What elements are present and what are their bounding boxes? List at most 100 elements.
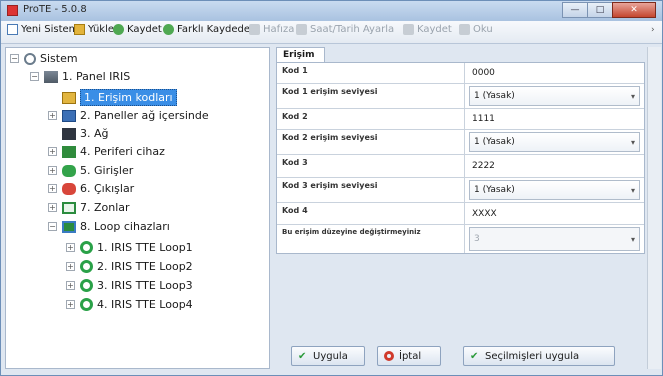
toolbar-save-label: Kaydet (127, 24, 162, 35)
cancel-button[interactable]: İptal (377, 346, 441, 366)
expand-icon[interactable]: + (66, 300, 75, 309)
row-label: Kod 1 (277, 63, 465, 83)
code3-input[interactable]: 2222 (469, 157, 640, 175)
tree-item-label: 1. Erişim kodları (80, 89, 177, 106)
toolbar-new-system-label: Yeni Sistem (21, 24, 79, 35)
toolbar-save-as[interactable]: Farklı Kaydedet (163, 24, 254, 35)
tree-item-network[interactable]: 3. Ağ (62, 127, 109, 140)
tree-item-access-codes[interactable]: 1. Erişim kodları (62, 89, 177, 106)
tree-panel-iris[interactable]: − 1. Panel IRIS (30, 70, 130, 83)
collapse-icon[interactable]: − (30, 72, 39, 81)
tree-item-loop2[interactable]: + 2. IRIS TTE Loop2 (66, 260, 193, 273)
toolbar-new-system[interactable]: Yeni Sistem (7, 24, 78, 35)
apply-selected-button[interactable]: ✔ Seçilmişleri uygula (463, 346, 615, 366)
expand-icon[interactable]: + (48, 166, 57, 175)
grid-row-code1: Kod 1 0000 (277, 63, 644, 84)
load-icon (74, 24, 85, 35)
tree-item-label: 3. Ağ (80, 127, 109, 140)
expand-icon[interactable]: + (48, 111, 57, 120)
row-label: Kod 2 (277, 109, 465, 129)
input-icon (62, 164, 76, 177)
app-icon (7, 5, 18, 16)
tree-item-loop1[interactable]: + 1. IRIS TTE Loop1 (66, 241, 193, 254)
code2-input[interactable]: 1111 (469, 111, 640, 127)
minimize-button[interactable]: — (562, 2, 588, 18)
tree-item-label: 6. Çıkışlar (80, 182, 135, 195)
memory-icon (249, 24, 260, 35)
maximize-button[interactable]: □ (587, 2, 613, 18)
tree-root-label: Sistem (40, 52, 78, 65)
grid-row-code4: Kod 4 XXXX (277, 203, 644, 225)
toolbar-memory[interactable]: Hafıza (249, 24, 294, 35)
row-label: Kod 3 erişim seviyesi (277, 178, 465, 202)
tree-item-outputs[interactable]: + 6. Çıkışlar (48, 182, 134, 195)
collapse-icon[interactable]: − (48, 222, 57, 231)
toolbar: Yeni Sistem Yükle Kaydet Farklı Kaydedet… (1, 21, 662, 44)
loop-icon (62, 220, 76, 233)
read-icon (459, 24, 470, 35)
dropdown-arrow-icon[interactable]: ▾ (631, 92, 635, 101)
code3-level-select[interactable]: 1 (Yasak) ▾ (469, 180, 640, 200)
code1-input[interactable]: 0000 (469, 65, 640, 81)
vertical-scrollbar[interactable] (647, 47, 661, 369)
apply-selected-button-label: Seçilmişleri uygula (485, 350, 580, 362)
panel-icon (44, 70, 58, 83)
window-controls: — □ ✕ (562, 2, 656, 18)
clock-icon (296, 24, 307, 35)
apply-button[interactable]: ✔ Uygula (291, 346, 365, 366)
expand-icon[interactable]: + (66, 243, 75, 252)
tree-item-label: 5. Girişler (80, 164, 134, 177)
write-icon (403, 24, 414, 35)
grid-row-code3-level: Kod 3 erişim seviyesi 1 (Yasak) ▾ (277, 178, 644, 203)
grid-row-code2: Kod 2 1111 (277, 109, 644, 130)
expand-icon[interactable]: + (48, 184, 57, 193)
tree-item-label: 4. IRIS TTE Loop4 (97, 298, 193, 311)
network-icon (62, 109, 76, 122)
close-button[interactable]: ✕ (612, 2, 656, 18)
tab-access-codes[interactable]: Erişim kodları (276, 47, 326, 74)
tree-item-loop-devices[interactable]: − 8. Loop cihazları (48, 220, 170, 233)
apply-button-label: Uygula (313, 350, 348, 362)
tree-item-label: 2. IRIS TTE Loop2 (97, 260, 193, 273)
tree-item-loop3[interactable]: + 3. IRIS TTE Loop3 (66, 279, 193, 292)
tree-item-loop4[interactable]: + 4. IRIS TTE Loop4 (66, 298, 193, 311)
tree-item-peripheral[interactable]: + 4. Periferi cihaz (48, 145, 165, 158)
check-icon: ✔ (298, 351, 307, 362)
dropdown-arrow-icon: ▾ (630, 234, 635, 244)
row-label: Kod 4 (277, 203, 465, 224)
collapse-icon[interactable]: − (10, 54, 19, 63)
expand-icon[interactable]: + (66, 262, 75, 271)
toolbar-load[interactable]: Yükle (74, 24, 114, 35)
tree-item-label: 1. IRIS TTE Loop1 (97, 241, 193, 254)
tree-item-zones[interactable]: + 7. Zonlar (48, 201, 130, 214)
chevron-right-icon[interactable]: › (651, 25, 655, 35)
tree-item-label: 4. Periferi cihaz (80, 145, 165, 158)
fixed-level-select: 3 ▾ (469, 227, 640, 251)
expand-icon[interactable]: + (48, 147, 57, 156)
window-title: ProTE - 5.0.8 (23, 4, 87, 15)
code2-level-select[interactable]: 1 (Yasak) ▾ (469, 132, 640, 152)
toolbar-datetime[interactable]: Saat/Tarih Ayarla (296, 24, 394, 35)
save-icon (113, 24, 124, 35)
toolbar-read[interactable]: Oku (459, 24, 493, 35)
loop-device-icon (80, 298, 93, 311)
select-value: 1 (Yasak) (474, 185, 515, 195)
code1-level-select[interactable]: 1 (Yasak) ▾ (469, 86, 640, 106)
code4-input[interactable]: XXXX (469, 205, 640, 222)
toolbar-write[interactable]: Kaydet (403, 24, 452, 35)
tree-item-label: 8. Loop cihazları (80, 220, 170, 233)
title-bar: ProTE - 5.0.8 — □ ✕ (1, 1, 662, 21)
dropdown-arrow-icon[interactable]: ▾ (631, 186, 635, 195)
expand-icon[interactable]: + (66, 281, 75, 290)
check-icon: ✔ (470, 351, 479, 362)
toolbar-load-label: Yükle (88, 24, 115, 35)
access-codes-grid: Kod 1 0000 Kod 1 erişim seviyesi 1 (Yasa… (276, 62, 645, 254)
toolbar-save[interactable]: Kaydet (113, 24, 162, 35)
tree-item-panels-network[interactable]: + 2. Paneller ağ içersinde (48, 109, 209, 122)
tree-item-inputs[interactable]: + 5. Girişler (48, 164, 133, 177)
expand-icon[interactable]: + (48, 203, 57, 212)
dropdown-arrow-icon[interactable]: ▾ (631, 138, 635, 147)
tree-root-system[interactable]: − Sistem (10, 52, 78, 65)
grid-row-code3: Kod 3 2222 (277, 155, 644, 178)
cancel-icon (384, 351, 394, 361)
